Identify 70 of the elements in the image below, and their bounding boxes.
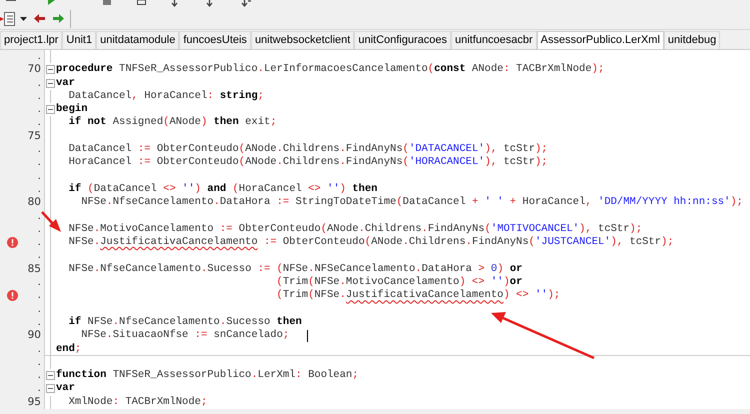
line-number: .: [38, 76, 41, 90]
line-number: .: [38, 90, 41, 104]
code-line: DataCancel, HoraCancel: string;: [68, 90, 264, 103]
code-line: (Trim(NFSe.JustificativaCancelamento) <> '');: [276, 289, 560, 303]
code-line: NFSe.MotivoCancelamento := ObterConteudo(ANode.Childrens.FindAnyNs('MOTIVOCANCEL'), tcStr);: [68, 222, 642, 236]
fold-toggle-icon[interactable]: [46, 78, 55, 88]
editor-tab[interactable]: unitwebsocketclient: [250, 31, 354, 49]
line-number: .: [38, 222, 41, 236]
caret-icon[interactable]: [20, 16, 27, 20]
code-line: if (DataCancel <> '') and (HoraCancel <> '') then: [68, 182, 378, 196]
code-line: XmlNode: TACBrXmlNode;: [68, 396, 208, 410]
line-number: .: [38, 302, 41, 316]
editor-tab[interactable]: unitdatamodule: [96, 31, 180, 49]
step-icon[interactable]: [205, 0, 214, 7]
play-icon[interactable]: [48, 0, 55, 5]
line-number: .: [38, 249, 41, 263]
fold-toggle-icon[interactable]: [46, 384, 55, 394]
line-number: .: [38, 289, 41, 303]
code-line: begin: [56, 103, 88, 116]
code-line: DataCancel := ObterConteudo(ANode.Childrens.FindAnyNs('DATACANCEL'), tcStr);: [68, 143, 548, 156]
code-line: if not Assigned(ANode) then exit;: [68, 116, 277, 130]
line-number: 70: [28, 63, 41, 77]
line-number: .: [38, 356, 41, 370]
code-line: function TNFSeR_AssessorPublico.LerXml: Boolean;: [56, 369, 359, 382]
line-number: .: [38, 182, 41, 196]
code-line: var: [56, 76, 75, 90]
line-number: .: [38, 382, 41, 396]
code-line: if NFSe.NfseCancelamento.Sucesso then: [68, 316, 302, 329]
fold-toggle-icon[interactable]: [46, 105, 55, 114]
line-number: .: [38, 369, 41, 382]
line-number: .: [38, 170, 41, 183]
code-line: NFSe.JustificativaCancelamento := ObterConteudo(ANode.Childrens.FindAnyNs('JUSTCANCEL'), tcStr);: [68, 236, 674, 250]
code-line: HoraCancel := ObterConteudo(ANode.Childrens.FindAnyNs('HORACANCEL'), tcStr);: [68, 156, 548, 170]
editor-tab[interactable]: unitdebug: [664, 31, 720, 49]
line-number: .: [38, 50, 41, 64]
code-line: NFSe.SituacaoNfse := snCancelado;: [80, 329, 290, 343]
line-number: 95: [28, 396, 41, 410]
code-line: procedure TNFSeR_AssessorPublico.LerInformacoesCancelamento(const ANode: TACBrXmlNode);: [56, 63, 604, 77]
editor-tab[interactable]: funcoesUteis: [179, 31, 251, 49]
code-line: end;: [56, 342, 82, 356]
annotation-arrow: [41, 211, 61, 232]
line-number: 90: [28, 329, 41, 343]
code-line: NFSe.NfseCancelamento.DataHora := StringToDateTime(DataCancel + ' ' + HoraCancel, 'DD/MM/YYYY hh:nn:ss');: [80, 196, 743, 210]
line-number: .: [38, 316, 41, 330]
code-line: var: [56, 382, 75, 396]
code-line: NFSe.NfseCancelamento.Sucesso := (NFSe.NFSeCancelamento.DataHora > 0) or: [68, 262, 522, 276]
step-icon[interactable]: [240, 0, 251, 7]
line-number: .: [38, 236, 41, 250]
editor-tab[interactable]: unitConfiguracoes: [354, 31, 451, 49]
editor-tab[interactable]: Unit1: [62, 31, 96, 49]
code-line: (Trim(NFSe.MotivoCancelamento) <> '')or: [276, 276, 522, 289]
line-number: 75: [28, 130, 41, 144]
line-number: .: [38, 103, 41, 116]
fold-toggle-icon[interactable]: [46, 371, 55, 380]
line-number: .: [38, 156, 41, 170]
line-number: 80: [28, 196, 41, 210]
forward-arrow-icon[interactable]: [53, 14, 64, 23]
line-number: .: [38, 143, 41, 156]
line-number: .: [38, 276, 41, 290]
fold-toggle-icon[interactable]: [46, 65, 55, 74]
editor-tab[interactable]: project1.lpr: [0, 31, 62, 49]
back-arrow-icon[interactable]: [34, 14, 45, 23]
line-number: .: [38, 116, 41, 130]
line-number: 85: [28, 262, 41, 276]
editor-tab[interactable]: unitfuncoesacbr: [451, 31, 537, 49]
line-number: .: [38, 342, 41, 356]
line-number: .: [38, 210, 41, 223]
editor-tab[interactable]: AssessorPublico.LerXml: [536, 31, 664, 49]
step-icon[interactable]: [170, 0, 179, 7]
document-list-icon[interactable]: [0, 10, 16, 26]
